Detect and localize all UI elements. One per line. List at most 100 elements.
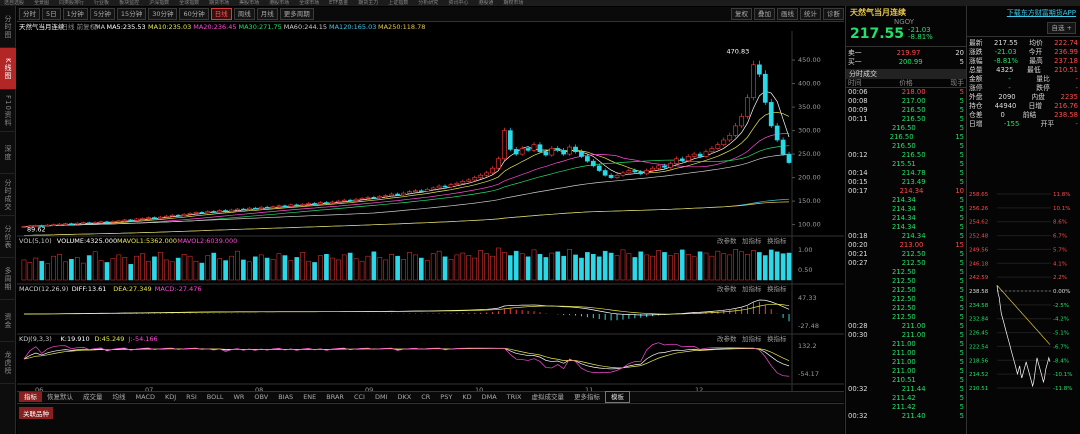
toolbar-button[interactable]: 画线 xyxy=(777,8,798,20)
candle[interactable] xyxy=(169,214,175,217)
candle[interactable] xyxy=(116,220,122,223)
candle[interactable] xyxy=(235,208,240,211)
candle[interactable] xyxy=(525,148,531,151)
candle[interactable] xyxy=(86,222,92,225)
candle[interactable] xyxy=(608,174,614,178)
candle[interactable] xyxy=(318,202,323,205)
candle[interactable] xyxy=(152,217,157,219)
candle[interactable] xyxy=(673,158,679,164)
period-button[interactable]: 30分钟 xyxy=(148,8,178,20)
candle[interactable] xyxy=(140,218,145,220)
top-menu-item[interactable]: 上证指数 xyxy=(384,0,412,6)
top-menu-item[interactable]: 板块监控 xyxy=(115,0,143,6)
candle[interactable] xyxy=(436,185,442,189)
candle[interactable] xyxy=(774,125,780,141)
indicator-tab[interactable]: 均线 xyxy=(108,392,131,402)
candle[interactable] xyxy=(347,199,353,202)
top-menu-item[interactable]: 美股市场 xyxy=(235,0,263,6)
top-menu-item[interactable]: 沪深指数 xyxy=(145,0,173,6)
candle[interactable] xyxy=(294,204,300,207)
candle[interactable] xyxy=(282,205,288,208)
indicator-tab[interactable]: PSY xyxy=(435,392,457,402)
indicator-tab[interactable]: KDJ xyxy=(160,392,181,402)
left-nav-item[interactable]: K线图 xyxy=(0,48,16,90)
candle[interactable] xyxy=(478,174,484,178)
candle[interactable] xyxy=(175,214,181,217)
candle[interactable] xyxy=(549,148,555,156)
indicator-tab[interactable]: MACD xyxy=(131,392,160,402)
candle[interactable] xyxy=(644,170,650,175)
candle[interactable] xyxy=(780,139,786,155)
top-menu-item[interactable]: 分析研究 xyxy=(414,0,442,6)
candle[interactable] xyxy=(128,219,134,222)
candle[interactable] xyxy=(324,202,329,204)
candle[interactable] xyxy=(561,150,567,155)
intraday-mini-chart[interactable]: 258.65 11.8% 256.26 10.1% 254.62 8.6% 252.48 6.… xyxy=(967,188,1080,434)
candle[interactable] xyxy=(418,190,424,193)
candle[interactable] xyxy=(721,139,727,145)
candle[interactable] xyxy=(389,193,395,196)
top-menu-item[interactable]: 同类股排行 xyxy=(55,0,88,6)
toolbar-button[interactable]: 叠加 xyxy=(754,8,775,20)
top-menu-item[interactable]: 港股通 xyxy=(474,0,497,6)
candle[interactable] xyxy=(507,130,513,150)
left-nav-item[interactable]: 多周期 xyxy=(0,258,16,300)
left-nav-item[interactable]: F10资料 xyxy=(0,90,16,132)
top-menu-item[interactable]: 期货主力 xyxy=(354,0,382,6)
top-menu-item[interactable]: 期货市场 xyxy=(205,0,233,6)
candle[interactable] xyxy=(703,151,709,157)
candle[interactable] xyxy=(668,163,673,168)
candle[interactable] xyxy=(697,153,703,157)
indicator-tab[interactable]: ENE xyxy=(298,392,321,402)
candle[interactable] xyxy=(335,200,341,203)
indicator-tab[interactable]: BRAR xyxy=(321,392,349,402)
candle[interactable] xyxy=(371,197,377,199)
indicator-tab[interactable]: 模板 xyxy=(605,391,631,403)
candle[interactable] xyxy=(745,97,750,117)
candle[interactable] xyxy=(63,223,68,225)
candle[interactable] xyxy=(424,189,430,192)
period-button[interactable]: 分时 xyxy=(19,8,40,20)
candle[interactable] xyxy=(590,160,596,167)
candle[interactable] xyxy=(537,144,543,153)
candle[interactable] xyxy=(134,218,140,221)
indicator-tab[interactable]: KD xyxy=(457,392,476,402)
candle[interactable] xyxy=(757,64,762,75)
trades-title[interactable]: 分时成交 xyxy=(846,69,966,79)
candle[interactable] xyxy=(751,64,756,99)
candle[interactable] xyxy=(104,221,110,224)
candle[interactable] xyxy=(45,224,51,227)
indicator-tab[interactable]: CR xyxy=(416,392,435,402)
left-nav-item[interactable]: 分价表 xyxy=(0,216,16,258)
candle[interactable] xyxy=(501,130,507,160)
candle[interactable] xyxy=(739,116,744,127)
candle[interactable] xyxy=(531,144,537,151)
candle[interactable] xyxy=(519,148,525,155)
candle[interactable] xyxy=(430,187,436,190)
period-button[interactable]: 1分钟 xyxy=(62,8,88,20)
candle[interactable] xyxy=(57,223,62,226)
candle[interactable] xyxy=(632,170,638,173)
period-button[interactable]: 更多周期 xyxy=(279,8,314,20)
candle[interactable] xyxy=(596,165,602,171)
indicator-tab[interactable]: DKX xyxy=(392,392,416,402)
candle[interactable] xyxy=(146,217,151,219)
period-button[interactable]: 月线 xyxy=(256,8,278,20)
indicator-tab[interactable]: DMI xyxy=(370,392,393,402)
candle[interactable] xyxy=(80,222,86,225)
period-button[interactable]: 15分钟 xyxy=(116,8,147,20)
candle[interactable] xyxy=(733,125,739,136)
candle[interactable] xyxy=(579,151,584,157)
indicator-tab[interactable]: BOLL xyxy=(202,392,229,402)
candle[interactable] xyxy=(472,177,478,181)
candle[interactable] xyxy=(223,210,228,212)
candle[interactable] xyxy=(407,191,412,194)
candle[interactable] xyxy=(252,207,258,210)
kline-chart-area[interactable]: 天然气当月连续(日线 前复权)MA MA5:235.53 MA10:235.03 MA… xyxy=(17,22,844,394)
left-nav-item[interactable]: 资金 xyxy=(0,300,16,342)
top-menu-item[interactable]: 全景图 xyxy=(30,0,53,6)
top-menu-item[interactable]: ETF基金 xyxy=(325,0,352,6)
indicator-tab[interactable]: 指标 xyxy=(19,392,42,402)
candle[interactable] xyxy=(92,221,98,224)
candle[interactable] xyxy=(241,208,246,211)
